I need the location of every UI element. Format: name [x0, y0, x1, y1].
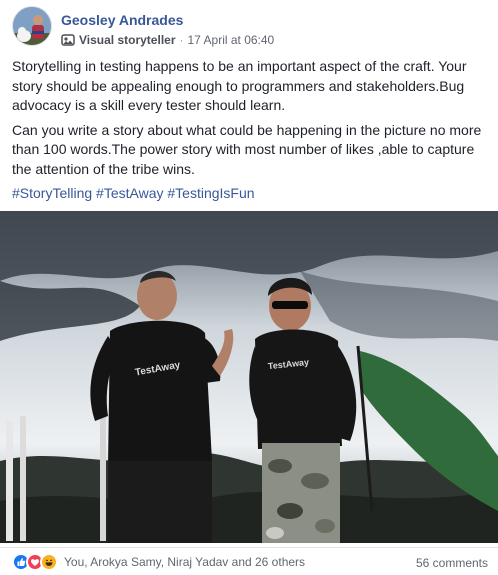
post-body: Storytelling in testing happens to be an… [12, 57, 490, 209]
comments-count[interactable]: 56 comments [416, 556, 488, 570]
post-paragraph: Can you write a story about what could b… [12, 121, 482, 177]
post-footer: You, Arokya Samy, Niraj Yadav and 26 oth… [0, 547, 498, 575]
badge-label: Visual storyteller [79, 33, 176, 47]
reaction-summary[interactable]: You, Arokya Samy, Niraj Yadav and 26 oth… [12, 553, 305, 571]
post-header: Geosley Andrades Visual storyteller · 17… [12, 6, 482, 48]
author-name[interactable]: Geosley Andrades [61, 12, 183, 28]
author-avatar[interactable] [12, 6, 52, 46]
meta-separator: · [179, 33, 184, 47]
hashtag-link[interactable]: #TestAway [96, 185, 163, 201]
post-timestamp[interactable]: 17 April at 06:40 [188, 33, 275, 47]
hashtag-list: #StoryTelling #TestAway #TestingIsFun [12, 184, 490, 204]
post-meta: Visual storyteller · 17 April at 06:40 [61, 33, 274, 47]
post-photo[interactable]: TestAway TestAway [0, 211, 498, 543]
post-paragraph: Storytelling in testing happens to be an… [12, 58, 467, 113]
hashtag-link[interactable]: #StoryTelling [12, 185, 92, 201]
haha-icon [40, 553, 58, 571]
badge-icon [61, 34, 75, 46]
hashtag-link[interactable]: #TestingIsFun [167, 185, 254, 201]
reactors-text[interactable]: You, Arokya Samy, Niraj Yadav and 26 oth… [64, 555, 305, 569]
